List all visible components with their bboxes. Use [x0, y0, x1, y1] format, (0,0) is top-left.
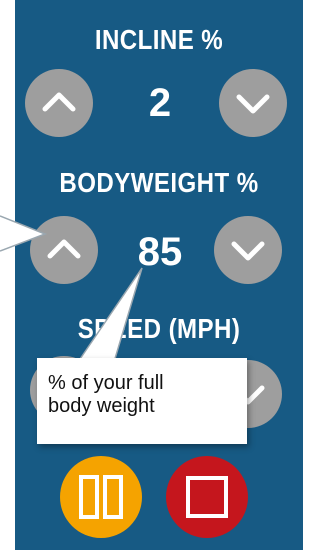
incline-label: INCLINE %	[94, 24, 224, 55]
tooltip: % of your full body weight	[37, 358, 247, 444]
bodyweight-value: 85	[137, 230, 183, 274]
callout-pointer	[0, 215, 48, 252]
chevron-up-icon	[42, 92, 76, 112]
bodyweight-down-button[interactable]	[214, 216, 282, 284]
stop-icon	[186, 476, 228, 518]
chevron-down-icon	[231, 241, 265, 261]
pause-button[interactable]	[60, 456, 142, 538]
bodyweight-label: BODYWEIGHT %	[59, 167, 259, 198]
incline-value: 2	[148, 81, 172, 125]
chevron-down-icon	[236, 94, 270, 114]
stop-button[interactable]	[166, 456, 248, 538]
incline-up-button[interactable]	[25, 69, 93, 137]
pause-icon	[79, 475, 123, 519]
incline-down-button[interactable]	[219, 69, 287, 137]
speed-label: SPEED (MPH)	[77, 313, 241, 344]
tooltip-text: % of your full body weight	[48, 372, 164, 417]
